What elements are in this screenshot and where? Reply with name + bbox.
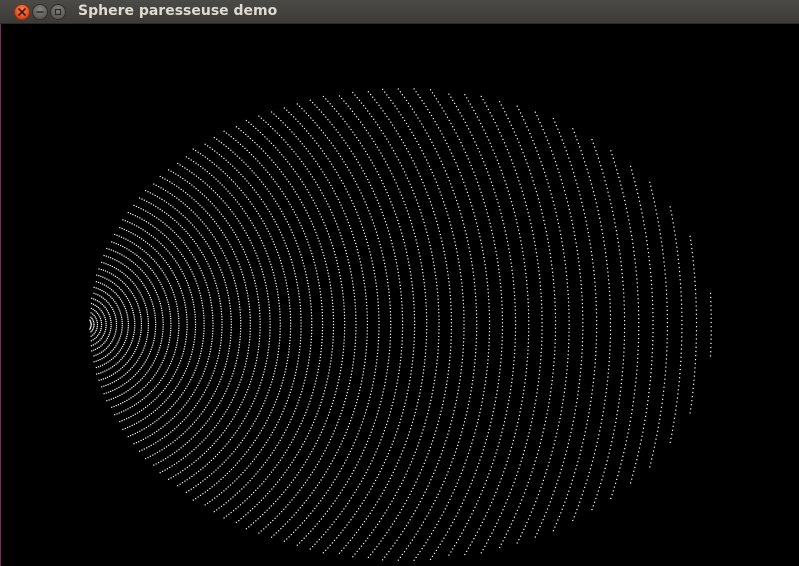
sphere-ring [709, 292, 712, 357]
sphere-ring [159, 175, 251, 474]
minimize-button[interactable] [32, 4, 48, 20]
sphere-ring [168, 169, 261, 480]
sphere-ring [119, 227, 188, 423]
sphere-ring [258, 115, 357, 534]
render-canvas[interactable] [0, 24, 799, 566]
sphere-ring [283, 107, 380, 542]
sphere-ring [114, 233, 180, 416]
sphere-ring [649, 181, 668, 468]
sphere-render [89, 88, 712, 561]
sphere-ring [322, 95, 416, 554]
sphere-ring [122, 219, 197, 430]
close-icon [18, 8, 26, 16]
sphere-ring [90, 307, 103, 342]
sphere-ring [429, 89, 504, 560]
sphere-ring [223, 130, 324, 519]
sphere-ring [111, 241, 172, 408]
close-button[interactable] [14, 4, 30, 20]
sphere-ring [534, 111, 584, 538]
sphere-ring [499, 101, 557, 549]
sphere-ring [397, 88, 478, 561]
maximize-button[interactable] [50, 4, 66, 20]
sphere-ring [192, 148, 292, 501]
sphere-ring [204, 143, 302, 506]
sphere-ring [127, 212, 205, 438]
sphere-ring [145, 190, 232, 460]
sphere-ring [669, 206, 683, 443]
window-title: Sphere paresseuse demo [78, 3, 278, 19]
sphere-ring [101, 261, 149, 388]
sphere-ring [213, 137, 313, 513]
sphere-ring [133, 204, 214, 445]
maximize-icon [54, 8, 62, 16]
app-window: Sphere paresseuse demo [0, 0, 799, 566]
sphere-ring [448, 93, 517, 556]
sphere-ring [352, 91, 440, 558]
sphere-ring [296, 103, 392, 546]
sphere-ring [271, 111, 368, 538]
sphere-ring [95, 281, 129, 369]
sphere-ring [689, 235, 698, 414]
sphere-ring [367, 91, 452, 558]
sphere-ring [630, 165, 654, 484]
sphere-ring [516, 105, 570, 544]
sphere-ring [245, 119, 346, 530]
minimize-icon [36, 11, 44, 13]
sphere-ring [413, 88, 491, 561]
sphere-ring [464, 94, 530, 556]
title-bar[interactable]: Sphere paresseuse demo [0, 0, 799, 24]
sphere-ring [89, 319, 92, 330]
sphere-ring [382, 88, 465, 561]
